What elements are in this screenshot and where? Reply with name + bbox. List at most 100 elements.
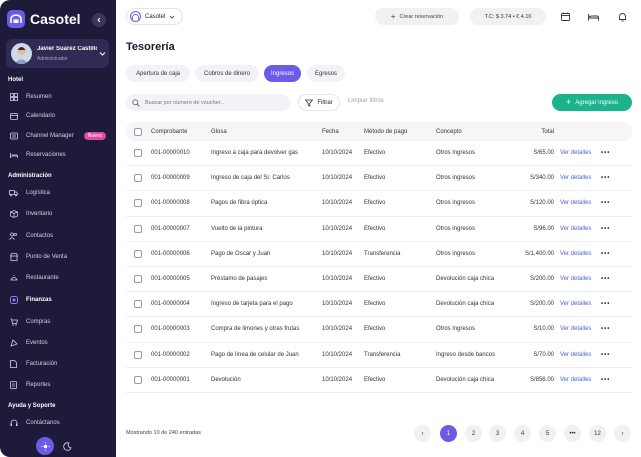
cell-metodo: Efectivo bbox=[364, 326, 386, 333]
tab-egresos[interactable]: Egresos bbox=[307, 65, 345, 82]
row-checkbox[interactable] bbox=[134, 375, 142, 384]
dark-mode-button[interactable] bbox=[58, 437, 76, 455]
sidebar-item-contactos[interactable]: Contactos bbox=[0, 228, 116, 244]
sidebar-item-finanzas[interactable]: Finanzas bbox=[0, 292, 116, 308]
sidebar-item-channel-manager[interactable]: Channel Manager Nuevo bbox=[0, 128, 116, 144]
cell-metodo: Efectivo bbox=[364, 376, 386, 383]
filter-button[interactable]: Filtrar bbox=[298, 94, 340, 111]
brand[interactable]: Casotel bbox=[7, 10, 81, 28]
more-options-icon[interactable]: ••• bbox=[601, 352, 610, 358]
row-checkbox[interactable] bbox=[134, 249, 142, 258]
view-details-link[interactable]: Ver detalles bbox=[560, 352, 591, 358]
row-checkbox[interactable] bbox=[134, 224, 142, 233]
sidebar-item-reservaciones[interactable]: Reservaciones bbox=[0, 147, 116, 163]
view-details-link[interactable]: Ver detalles bbox=[560, 326, 591, 332]
view-details-link[interactable]: Ver detalles bbox=[560, 251, 591, 257]
bed-button[interactable] bbox=[586, 9, 601, 24]
more-options-icon[interactable]: ••• bbox=[601, 251, 610, 257]
cell-concepto: Otros ingresos bbox=[436, 175, 476, 182]
tab-cobros-de-dinero[interactable]: Cobros de dinero bbox=[195, 65, 259, 82]
more-options-icon[interactable]: ••• bbox=[601, 301, 610, 307]
page-4-button[interactable]: 4 bbox=[514, 425, 531, 442]
more-options-icon[interactable]: ••• bbox=[601, 200, 610, 206]
col-total: Total bbox=[541, 128, 554, 135]
cell-glosa: Ingreso de tarjeta para el pago bbox=[211, 301, 293, 308]
view-details-link[interactable]: Ver detalles bbox=[560, 301, 591, 307]
sidebar-item-calendario[interactable]: Calendario bbox=[0, 108, 116, 124]
more-options-icon[interactable]: ••• bbox=[601, 175, 610, 181]
sidebar-item-logistica[interactable]: Logística bbox=[0, 185, 116, 201]
row-checkbox[interactable] bbox=[134, 174, 142, 183]
notifications-button[interactable] bbox=[615, 9, 630, 24]
create-reservation-button[interactable]: + Crear reservación bbox=[375, 8, 459, 25]
page-12-button[interactable]: 12 bbox=[589, 425, 606, 442]
topbar: Casotel + Crear reservación T.C: $ 3.74 … bbox=[116, 0, 641, 34]
view-details-link[interactable]: Ver detalles bbox=[560, 377, 591, 383]
row-checkbox[interactable] bbox=[134, 199, 142, 208]
sidebar-item-reportes[interactable]: Reportes bbox=[0, 377, 116, 393]
view-details-link[interactable]: Ver detalles bbox=[560, 175, 591, 181]
bell-icon bbox=[619, 12, 626, 21]
page-1-button[interactable]: 1 bbox=[440, 425, 457, 442]
cell-fecha: 10/10/2024 bbox=[322, 301, 353, 308]
more-options-icon[interactable]: ••• bbox=[601, 276, 610, 282]
calendar-button[interactable] bbox=[558, 9, 573, 24]
view-details-link[interactable]: Ver detalles bbox=[560, 276, 591, 282]
add-income-button[interactable]: + Agregar ingreso bbox=[552, 94, 632, 111]
cell-comprobante: 001-00000001 bbox=[151, 376, 190, 383]
exchange-rate: T.C: $ 3.74 • € 4.16 bbox=[470, 8, 546, 25]
sidebar-item-label: Reportes bbox=[26, 382, 51, 388]
tab-apertura-de-caja[interactable]: Apertura de caja bbox=[126, 65, 190, 82]
casotel-logo-icon bbox=[7, 10, 25, 28]
page-5-button[interactable]: 5 bbox=[539, 425, 556, 442]
row-checkbox[interactable] bbox=[134, 325, 142, 334]
clear-filters-link[interactable]: Limpiar filtros bbox=[348, 98, 384, 104]
search-input[interactable] bbox=[145, 99, 285, 106]
tab-ingresos[interactable]: Ingresos bbox=[264, 65, 301, 82]
collapse-sidebar-button[interactable] bbox=[92, 13, 106, 27]
row-checkbox[interactable] bbox=[134, 350, 142, 359]
nav-section-ayuda: Ayuda y Soporte bbox=[8, 403, 56, 409]
sidebar-item-punto-de-venta[interactable]: Punto de Venta bbox=[0, 249, 116, 265]
row-checkbox[interactable] bbox=[134, 275, 142, 284]
view-details-link[interactable]: Ver detalles bbox=[560, 200, 591, 206]
search-icon bbox=[132, 98, 140, 107]
page-2-button[interactable]: 2 bbox=[465, 425, 482, 442]
page-3-button[interactable]: 3 bbox=[489, 425, 506, 442]
select-all-checkbox[interactable] bbox=[134, 127, 142, 136]
prev-page-button[interactable]: ‹ bbox=[414, 425, 431, 442]
user-card[interactable]: Javier Suarez Castillo Administrador bbox=[6, 39, 109, 68]
light-mode-button[interactable] bbox=[36, 437, 54, 455]
user-role: Administrador bbox=[37, 56, 68, 62]
sidebar-item-contactanos[interactable]: Contáctanos bbox=[0, 415, 116, 431]
channel-icon bbox=[9, 132, 18, 141]
grid-icon bbox=[9, 93, 18, 102]
row-checkbox[interactable] bbox=[134, 300, 142, 309]
company-select[interactable]: Casotel bbox=[126, 8, 183, 25]
report-icon bbox=[9, 381, 18, 390]
sidebar-item-inventario[interactable]: Inventario bbox=[0, 206, 116, 222]
row-checkbox[interactable] bbox=[134, 149, 142, 158]
more-options-icon[interactable]: ••• bbox=[601, 226, 610, 232]
cell-total: S/340.00 bbox=[529, 175, 554, 182]
sidebar-item-eventos[interactable]: Eventos bbox=[0, 335, 116, 351]
sidebar-item-label: Channel Manager bbox=[26, 133, 74, 139]
view-details-link[interactable]: Ver detalles bbox=[560, 226, 591, 232]
sidebar-item-compras[interactable]: Compras bbox=[0, 314, 116, 330]
more-options-icon[interactable]: ••• bbox=[601, 326, 610, 332]
cell-concepto: Devolución caja chica bbox=[436, 276, 495, 283]
chevron-down-icon bbox=[170, 15, 175, 19]
more-options-icon[interactable]: ••• bbox=[601, 377, 610, 383]
sidebar-item-resumen[interactable]: Resumen bbox=[0, 89, 116, 105]
sidebar-item-facturacion[interactable]: Facturación bbox=[0, 356, 116, 372]
sidebar-item-restaurante[interactable]: Restaurante bbox=[0, 270, 116, 286]
view-details-link[interactable]: Ver detalles bbox=[560, 150, 591, 156]
create-reservation-label: Crear reservación bbox=[399, 13, 444, 20]
users-icon bbox=[9, 232, 18, 241]
more-options-icon[interactable]: ••• bbox=[601, 150, 610, 156]
cell-fecha: 10/10/2024 bbox=[322, 250, 353, 257]
cell-metodo: Efectivo bbox=[364, 276, 386, 283]
cell-comprobante: 001-00000007 bbox=[151, 225, 190, 232]
finance-icon bbox=[9, 296, 18, 305]
next-page-button[interactable]: › bbox=[614, 425, 631, 442]
